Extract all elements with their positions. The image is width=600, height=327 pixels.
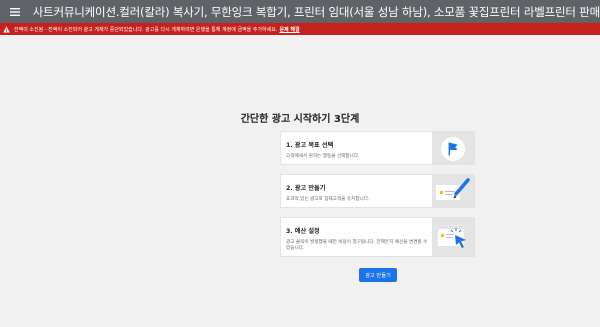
step-description: 고객에게서 원하는 행동을 선택합니다. — [286, 154, 360, 159]
step-title: 2. 광고 만들기 — [286, 185, 326, 192]
step-illustration — [432, 218, 474, 256]
fix-issue-link[interactable]: 문제 해결 — [279, 26, 299, 33]
page-heading: 간단한 광고 시작하기 3단계 — [240, 114, 360, 125]
cursor-click-icon — [438, 228, 466, 248]
step-title: 1. 광고 목표 선택 — [286, 142, 334, 149]
step-description: 효과적 있는 광고로 잠재고객을 유치합니다. — [286, 197, 370, 202]
create-ad-button[interactable]: 광고 만들기 — [359, 268, 397, 282]
step-card-create-ad: 2. 광고 만들기 효과적 있는 광고로 잠재고객을 유치합니다. — [280, 174, 475, 208]
step-card-goal: 1. 광고 목표 선택 고객에게서 원하는 행동을 선택합니다. — [280, 131, 475, 165]
account-title: 사트커뮤니케이션.컬러(칼라) 복사기, 무한잉크 복합기, 프린터 임대(서울… — [32, 4, 600, 19]
step-title: 3. 예산 설정 — [286, 228, 320, 235]
flag-icon — [441, 137, 465, 161]
alert-text: 잔액이 소진됨 - 잔액이 소진되어 광고 게재가 중단되었습니다. 광고를 다… — [14, 26, 278, 33]
step-illustration — [432, 175, 474, 207]
pencil-icon — [436, 178, 470, 200]
top-app-bar: 사트커뮤니케이션.컬러(칼라) 복사기, 무한잉크 복합기, 프린터 임대(서울… — [0, 0, 600, 23]
step-illustration — [432, 132, 474, 164]
step-description: 광고 클릭이 발생했을 때만 비용이 청구됩니다. 언제든지 예산을 변경할 수… — [286, 240, 428, 251]
hamburger-menu-icon[interactable] — [8, 0, 23, 23]
step-card-budget: 3. 예산 설정 광고 클릭이 발생했을 때만 비용이 청구됩니다. 언제든지 … — [280, 217, 475, 257]
warning-icon — [3, 23, 12, 35]
balance-alert-banner: 잔액이 소진됨 - 잔액이 소진되어 광고 게재가 중단되었습니다. 광고를 다… — [0, 23, 600, 35]
